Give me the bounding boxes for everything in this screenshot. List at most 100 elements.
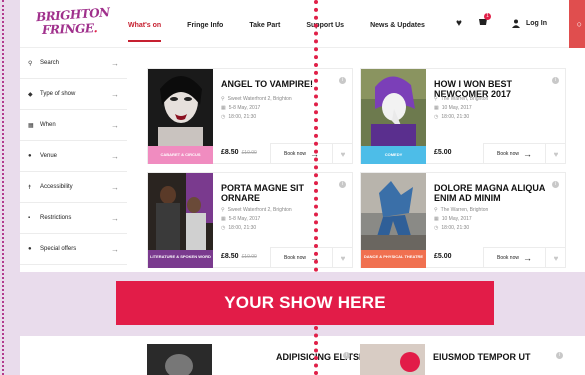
listing-panel: ⚲ Search → ◆ Type of show → ▦ When → ● V… [20, 48, 585, 272]
show-card[interactable]: LITERATURE & SPOKEN WORD PORTA MAGNE SIT… [147, 172, 353, 268]
arrow-right-icon: → [522, 253, 532, 263]
nav-fringe-info[interactable]: Fringe Info [187, 0, 223, 48]
logo-line-2: FRINGE. [41, 21, 98, 38]
calendar-icon: ▦ [221, 105, 226, 111]
book-now-button[interactable]: Book now → [270, 143, 332, 164]
basket-icon[interactable]: 1 [478, 13, 491, 29]
accessibility-icon: ☨ [28, 184, 32, 191]
category-tag: DANCE & PHYSICAL THEATRE [361, 250, 426, 268]
show-price: £5.00 [434, 149, 452, 156]
book-now-button[interactable]: Book now → [270, 247, 332, 268]
show-venue: ⚲ Sweet Waterfront 2, Brighton [221, 207, 292, 213]
filter-venue[interactable]: ● Venue → [20, 141, 127, 172]
book-now-button[interactable]: Book now → [483, 247, 545, 268]
show-venue: ⚲ Sweet Waterfront 2, Brighton [221, 96, 292, 102]
filter-restrictions[interactable]: ▪ Restrictions → [20, 203, 127, 234]
arrow-right-icon: → [111, 182, 119, 192]
main-nav: What's on Fringe Info Take Part Support … [128, 0, 451, 48]
info-icon[interactable]: i [339, 77, 346, 84]
dotted-divider [314, 326, 318, 375]
show-times: ◷ 18:00, 21:30 [221, 225, 257, 231]
clock-icon: ◷ [221, 114, 226, 120]
favourites-heart-icon[interactable]: ♥ [456, 18, 462, 29]
filter-type-of-show[interactable]: ◆ Type of show → [20, 79, 127, 110]
show-card[interactable]: DANCE & PHYSICAL THEATRE DOLORE MAGNA AL… [360, 172, 566, 268]
book-now-button[interactable]: Book now → [483, 143, 545, 164]
favourite-heart-icon[interactable]: ♥ [332, 143, 353, 164]
calendar-icon: ▦ [28, 122, 34, 129]
show-times: ◷ 18:00, 21:30 [434, 225, 470, 231]
arrow-right-icon: → [111, 213, 119, 223]
info-icon[interactable]: i [556, 352, 563, 359]
your-show-here-banner[interactable]: YOUR SHOW HERE [116, 281, 494, 325]
nav-take-part[interactable]: Take Part [249, 0, 280, 48]
nav-support-us[interactable]: Support Us [306, 0, 344, 48]
show-image [360, 344, 425, 375]
nav-news-updates[interactable]: News & Updates [370, 0, 425, 48]
user-icon[interactable] [512, 19, 520, 30]
info-icon[interactable]: i [552, 77, 559, 84]
arrow-right-icon: → [111, 89, 119, 99]
calendar-icon: ▦ [434, 216, 439, 222]
calendar-icon: ▦ [221, 216, 226, 222]
old-price: £10.00 [241, 254, 257, 260]
show-price: £8.50 £10.00 [221, 253, 257, 260]
location-pin-icon: ⚲ [221, 207, 225, 213]
category-tag: LITERATURE & SPOKEN WORD [148, 250, 213, 268]
show-title[interactable]: EIUSMOD TEMPOR UT [433, 352, 553, 362]
listing-panel-lower: ADIPISICING ELITSED DO EIUSMOD TEMPOR UT… [20, 336, 585, 375]
info-icon[interactable]: i [339, 181, 346, 188]
show-card[interactable]: COMEDY HOW I WON BEST NEWCOMER 2017 i ⚲ T… [360, 68, 566, 164]
filter-accessibility[interactable]: ☨ Accessibility → [20, 172, 127, 203]
favourite-heart-icon[interactable]: ♥ [545, 247, 566, 268]
arrow-right-icon: → [522, 149, 532, 159]
category-tag: COMEDY [361, 146, 426, 164]
basket-count-badge: 1 [484, 13, 491, 20]
dotted-divider [314, 0, 318, 272]
show-card[interactable]: CABARET & CIRCUS ANGEL TO VAMPIRE! i ⚲ Sw… [147, 68, 353, 164]
dotted-frame-border [2, 0, 4, 375]
filter-sidebar: ⚲ Search → ◆ Type of show → ▦ When → ● V… [20, 48, 127, 272]
show-image [147, 344, 212, 375]
location-pin-icon: ⚲ [434, 96, 438, 102]
filter-special-offers[interactable]: ● Special offers → [20, 234, 127, 265]
arrow-right-icon: → [111, 151, 119, 161]
nav-whats-on[interactable]: What's on [128, 0, 162, 48]
favourite-heart-icon[interactable]: ♥ [545, 143, 566, 164]
login-link[interactable]: Log In [526, 20, 547, 27]
show-venue: ⚲ The Warren, Brighton [434, 207, 489, 213]
tag-icon: ◆ [28, 91, 33, 98]
search-icon: ⚲ [28, 60, 33, 67]
location-pin-icon: ⚲ [434, 207, 438, 213]
location-pin-icon: ● [28, 153, 32, 159]
show-price: £8.50 £10.00 [221, 149, 257, 156]
filter-search[interactable]: ⚲ Search → [20, 48, 127, 79]
show-price: £5.00 [434, 253, 452, 260]
show-dates: ▦ 5-8 May, 2017 [221, 105, 261, 111]
show-dates: ▦ 10 May, 2017 [434, 216, 472, 222]
show-title[interactable]: DOLORE MAGNA ALIQUA ENIM AD MINIM [434, 183, 549, 203]
info-icon[interactable]: i [343, 352, 350, 359]
info-icon[interactable]: i [552, 181, 559, 188]
arrow-right-icon: → [111, 58, 119, 68]
show-image: LITERATURE & SPOKEN WORD [148, 173, 213, 268]
location-pin-icon: ⚲ [221, 96, 225, 102]
category-tag: CABARET & CIRCUS [148, 146, 213, 164]
lock-icon: ▪ [28, 215, 31, 221]
calendar-icon: ▦ [434, 105, 439, 111]
site-header: BRIGHTON FRINGE. What's on Fringe Info T… [20, 0, 585, 48]
show-dates: ▦ 5-8 May, 2017 [221, 216, 261, 222]
old-price: £10.00 [241, 150, 257, 156]
favourite-heart-icon[interactable]: ♥ [332, 247, 353, 268]
clock-icon: ◷ [434, 114, 439, 120]
filter-when[interactable]: ▦ When → [20, 110, 127, 141]
brighton-fringe-logo[interactable]: BRIGHTON FRINGE. [36, 5, 110, 44]
show-title[interactable]: ANGEL TO VAMPIRE! [221, 79, 336, 89]
header-search-icon[interactable]: ○ [569, 0, 585, 48]
show-image: CABARET & CIRCUS [148, 69, 213, 164]
show-title[interactable]: PORTA MAGNE SIT ORNARE [221, 183, 336, 203]
arrow-right-icon: → [111, 244, 119, 254]
show-times: ◷ 18:00, 21:30 [434, 114, 470, 120]
offer-icon: ● [28, 246, 32, 252]
show-image: DANCE & PHYSICAL THEATRE [361, 173, 426, 268]
